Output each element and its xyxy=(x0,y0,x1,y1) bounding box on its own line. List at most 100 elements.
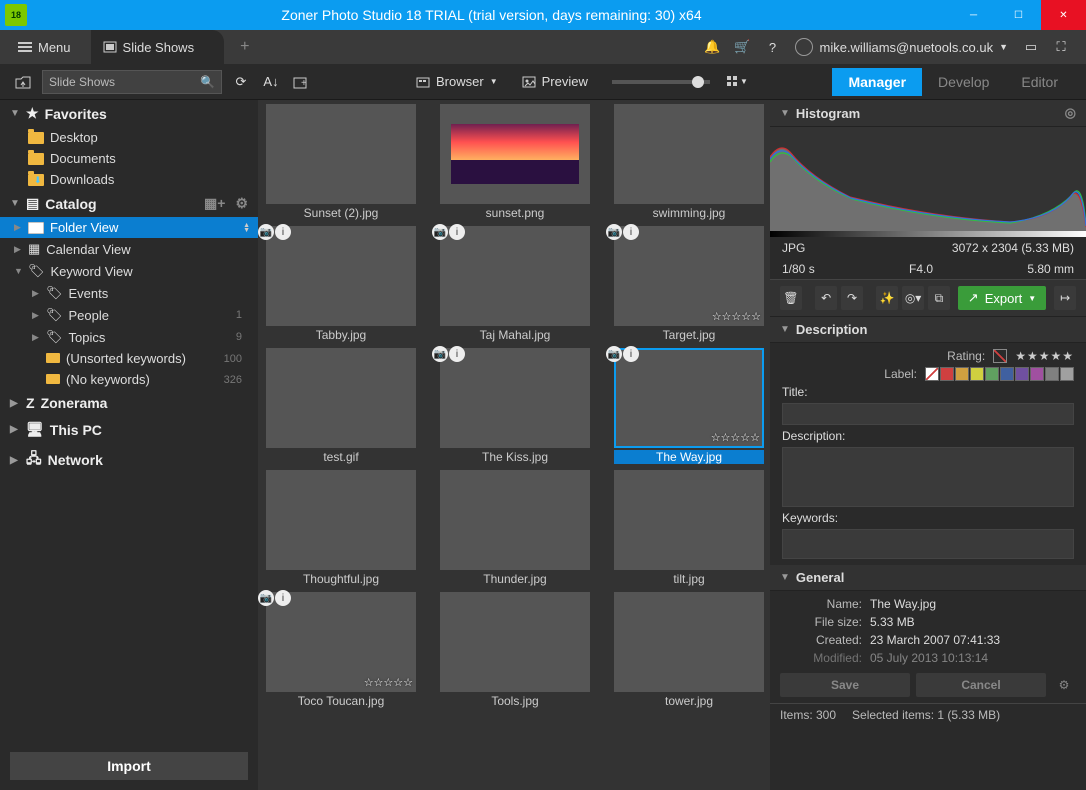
keyword-item[interactable]: ▶🏷Topics9 xyxy=(0,326,258,348)
keyword-item[interactable]: ▶🏷People1 xyxy=(0,304,258,326)
window-maximize-button[interactable]: ☐ xyxy=(996,0,1041,30)
help-icon[interactable]: ? xyxy=(761,36,783,58)
catalog-folder-view[interactable]: ▶ Folder View ▲▼ xyxy=(0,217,258,238)
favorites-header[interactable]: ▼ ★ Favorites xyxy=(0,100,258,127)
zonerama-header[interactable]: ▶ Z Zonerama xyxy=(0,390,258,416)
cancel-button[interactable]: Cancel xyxy=(916,673,1046,697)
label-swatch[interactable] xyxy=(1030,367,1044,381)
favorites-desktop[interactable]: Desktop xyxy=(0,127,258,148)
keyword-item[interactable]: (No keywords)326 xyxy=(0,369,258,390)
window-titlebar: 18 Zoner Photo Studio 18 TRIAL (trial ve… xyxy=(0,0,1086,30)
label-swatch[interactable] xyxy=(970,367,984,381)
path-searchbox[interactable]: Slide Shows 🔍 xyxy=(42,70,222,94)
zoom-slider[interactable] xyxy=(612,80,710,84)
shutter-value: 1/80 s xyxy=(782,262,815,276)
tag-icon: 🏷 xyxy=(46,285,63,301)
tab-slide-shows[interactable]: Slide Shows xyxy=(91,30,225,64)
thumbnail-grid[interactable]: Sunset (2).jpgsunset.pngswimming.jpg📷iTa… xyxy=(258,100,770,790)
gear-icon[interactable]: ⚙ xyxy=(235,195,248,212)
favorites-downloads[interactable]: ⬇Downloads xyxy=(0,169,258,190)
settings-gear-icon[interactable]: ⚙ xyxy=(1052,673,1076,697)
thumbnail-item[interactable]: tilt.jpg xyxy=(614,470,764,586)
window-minimize-button[interactable]: ─ xyxy=(951,0,996,30)
manager-button[interactable]: Manager xyxy=(832,68,922,96)
thumbnail-item[interactable]: Thunder.jpg xyxy=(440,470,590,586)
search-icon[interactable]: 🔍 xyxy=(200,75,215,89)
label-swatch[interactable] xyxy=(1045,367,1059,381)
grid-view-button[interactable]: ▼ xyxy=(726,71,748,93)
menu-button[interactable]: Menu xyxy=(10,40,79,55)
label-swatch[interactable] xyxy=(955,367,969,381)
thumbnail-item[interactable]: 📷iTabby.jpg xyxy=(266,226,416,342)
catalog-header[interactable]: ▼ ▤ Catalog ▦+ ⚙ xyxy=(0,190,258,217)
browser-mode-button[interactable]: Browser ▼ xyxy=(408,74,506,89)
thumbnail-item[interactable]: Sunset (2).jpg xyxy=(266,104,416,220)
add-folder-button[interactable]: + xyxy=(290,71,312,93)
thumbnail-item[interactable]: sunset.png xyxy=(440,104,590,220)
info-badge-icon: i xyxy=(623,346,639,362)
label-swatch[interactable] xyxy=(925,367,939,381)
thumbnail-item[interactable]: test.gif xyxy=(266,348,416,464)
thumbnail-item[interactable]: Tools.jpg xyxy=(440,592,590,708)
right-panel: ▼ Histogram ◎ JPG 3072 x 2304 (5.33 MB) … xyxy=(770,100,1086,790)
cart-icon[interactable]: 🛒 xyxy=(731,36,753,58)
label-swatch[interactable] xyxy=(1060,367,1074,381)
thumbnail-item[interactable]: 📷iThe Kiss.jpg xyxy=(440,348,590,464)
refresh-button[interactable]: ⟳ xyxy=(230,71,252,93)
network-header[interactable]: ▶ 🖧 Network xyxy=(0,443,258,477)
rotate-right-button[interactable]: ↷ xyxy=(841,286,863,310)
histogram-header[interactable]: ▼ Histogram ◎ xyxy=(770,100,1086,127)
desc-label: Description: xyxy=(782,429,845,443)
general-header[interactable]: ▼ General xyxy=(770,565,1086,591)
preview-mode-button[interactable]: Preview xyxy=(514,74,596,89)
thumbnail-item[interactable]: 📷i☆☆☆☆☆The Way.jpg xyxy=(614,348,764,464)
new-tab-button[interactable]: + xyxy=(240,38,249,56)
thumbnail-item[interactable]: tower.jpg xyxy=(614,592,764,708)
rating-stars[interactable]: ★★★★★ xyxy=(1015,349,1074,363)
window-close-button[interactable]: ✕ xyxy=(1041,0,1086,30)
thumbnail-item[interactable]: 📷i☆☆☆☆☆Target.jpg xyxy=(614,226,764,342)
rating-clear-button[interactable] xyxy=(993,349,1007,363)
notifications-icon[interactable]: 🔔 xyxy=(701,36,723,58)
color-labels[interactable] xyxy=(925,367,1074,381)
up-folder-button[interactable] xyxy=(12,71,34,93)
label-swatch[interactable] xyxy=(1000,367,1014,381)
share-button[interactable]: ↦ xyxy=(1054,286,1076,310)
thispc-header[interactable]: ▶ 🖥 This PC xyxy=(0,416,258,443)
crop-button[interactable]: ◎▾ xyxy=(902,286,924,310)
export-button[interactable]: ↗ Export ▼ xyxy=(958,286,1046,310)
thumbnail-item[interactable]: 📷i☆☆☆☆☆Toco Toucan.jpg xyxy=(266,592,416,708)
zoom-knob[interactable] xyxy=(692,76,704,88)
catalog-keyword-view[interactable]: ▼ 🏷 Keyword View xyxy=(0,260,258,282)
import-button[interactable]: Import xyxy=(10,752,248,780)
sort-button[interactable]: A↓ xyxy=(260,71,282,93)
editor-button[interactable]: Editor xyxy=(1005,68,1074,96)
thumbnail-image xyxy=(266,470,416,570)
add-catalog-button[interactable]: ▦+ xyxy=(204,195,225,212)
sort-arrows-icon[interactable]: ▲▼ xyxy=(243,223,250,233)
fullscreen-icon[interactable]: ⛶ xyxy=(1050,36,1072,58)
title-input[interactable] xyxy=(782,403,1074,425)
keyword-item[interactable]: ▶🏷Events xyxy=(0,282,258,304)
label-swatch[interactable] xyxy=(940,367,954,381)
label-swatch[interactable] xyxy=(1015,367,1029,381)
thumbnail-item[interactable]: Thoughtful.jpg xyxy=(266,470,416,586)
develop-button[interactable]: Develop xyxy=(922,68,1005,96)
target-icon[interactable]: ◎ xyxy=(1065,105,1076,121)
thumbnail-item[interactable]: swimming.jpg xyxy=(614,104,764,220)
thumbnail-item[interactable]: 📷iTaj Mahal.jpg xyxy=(440,226,590,342)
user-menu[interactable]: mike.williams@nuetools.co.uk ▼ xyxy=(795,38,1008,56)
secondary-screen-icon[interactable]: ▭ xyxy=(1020,36,1042,58)
save-button[interactable]: Save xyxy=(780,673,910,697)
copy-button[interactable]: ⧉ xyxy=(928,286,950,310)
catalog-calendar-view[interactable]: ▶ ▦ Calendar View xyxy=(0,238,258,260)
description-input[interactable] xyxy=(782,447,1074,507)
quick-fix-button[interactable]: ✨ xyxy=(876,286,898,310)
description-header[interactable]: ▼ Description xyxy=(770,317,1086,343)
label-swatch[interactable] xyxy=(985,367,999,381)
keywords-input[interactable] xyxy=(782,529,1074,559)
keyword-item[interactable]: (Unsorted keywords)100 xyxy=(0,348,258,369)
rotate-left-button[interactable]: ↶ xyxy=(815,286,837,310)
delete-button[interactable]: 🗑 xyxy=(780,286,802,310)
favorites-documents[interactable]: Documents xyxy=(0,148,258,169)
